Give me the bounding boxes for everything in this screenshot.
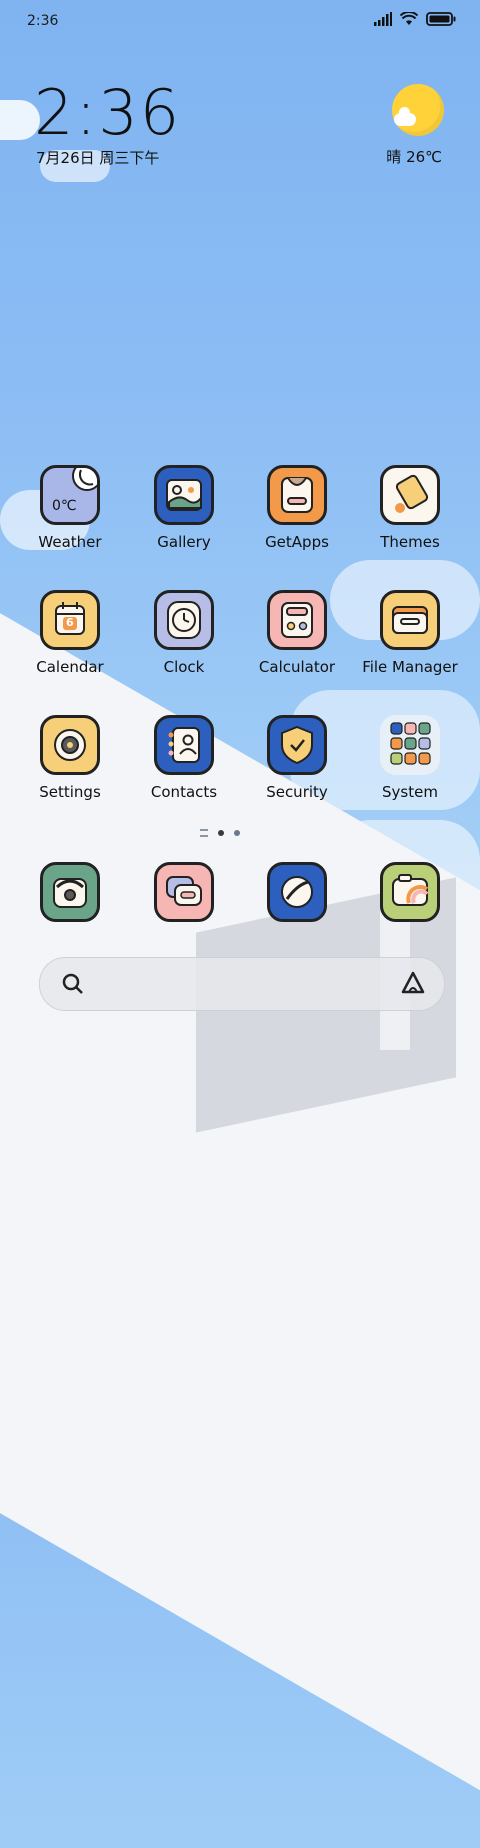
app-calculator[interactable]: Calculator (237, 590, 357, 676)
app-clock[interactable]: Clock (124, 590, 244, 676)
app-label: System (382, 783, 438, 801)
app-label: Contacts (150, 783, 218, 801)
getapps-icon (267, 465, 327, 525)
app-getapps[interactable]: GetApps (237, 465, 357, 551)
page-dot-active[interactable] (218, 830, 224, 836)
assistant-icon[interactable] (400, 970, 426, 1000)
app-label: GetApps (265, 533, 329, 551)
dock-camera[interactable] (350, 862, 470, 922)
dock-browser[interactable] (237, 862, 357, 922)
weather-app-temp: 0℃ (52, 498, 77, 514)
themes-icon (380, 465, 440, 525)
app-label: Security (266, 783, 328, 801)
weather-app-icon: 0℃ (40, 465, 100, 525)
browser-icon (267, 862, 327, 922)
security-icon (267, 715, 327, 775)
contacts-icon (154, 715, 214, 775)
status-bar: 2:36 (0, 0, 480, 42)
app-label: Themes (380, 533, 440, 551)
settings-icon (40, 715, 100, 775)
calculator-icon (267, 590, 327, 650)
app-settings[interactable]: Settings (10, 715, 130, 801)
page-indicator[interactable] (200, 829, 240, 837)
app-label: Gallery (157, 533, 211, 551)
messages-icon (154, 862, 214, 922)
list-view-indicator[interactable] (200, 829, 208, 837)
app-system-folder[interactable]: System (350, 715, 470, 801)
app-themes[interactable]: Themes (350, 465, 470, 551)
app-calendar[interactable]: 6 Calendar (10, 590, 130, 676)
calendar-icon: 6 (40, 590, 100, 650)
cloud-icon (394, 107, 416, 126)
app-weather[interactable]: 0℃ Weather (10, 465, 130, 551)
search-bar[interactable] (39, 957, 445, 1011)
phone-icon (40, 862, 100, 922)
calendar-day: 6 (66, 616, 74, 629)
app-label: Clock (163, 658, 205, 676)
page-dot[interactable] (234, 830, 240, 836)
dock-phone[interactable] (10, 862, 130, 922)
battery-icon (426, 12, 456, 30)
status-time: 2:36 (27, 13, 59, 29)
folder-icon (380, 715, 440, 775)
app-label: Settings (39, 783, 101, 801)
clock-icon (154, 590, 214, 650)
app-gallery[interactable]: Gallery (124, 465, 244, 551)
file-manager-icon (380, 590, 440, 650)
app-security[interactable]: Security (237, 715, 357, 801)
clock-time[interactable]: 2:36 (34, 76, 181, 149)
app-label: Calendar (36, 658, 104, 676)
signal-icon (374, 12, 392, 30)
clock-date[interactable]: 7月26日 周三下午 (36, 147, 159, 168)
app-label: Weather (38, 533, 102, 551)
search-icon (61, 972, 85, 1000)
app-contacts[interactable]: Contacts (124, 715, 244, 801)
camera-icon (380, 862, 440, 922)
app-label: File Manager (362, 658, 458, 676)
app-label: Calculator (258, 658, 336, 676)
gallery-icon (154, 465, 214, 525)
weather-text[interactable]: 晴 26℃ (386, 146, 442, 167)
dock-messages[interactable] (124, 862, 244, 922)
app-file-manager[interactable]: File Manager (350, 590, 470, 676)
wifi-icon (399, 11, 419, 30)
